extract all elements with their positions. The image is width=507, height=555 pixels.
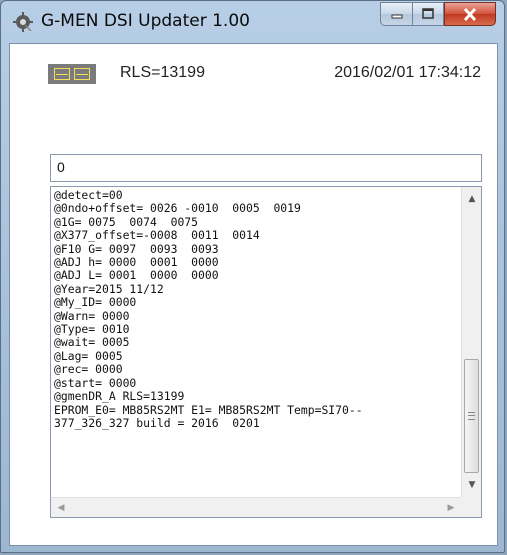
log-line: @F10 G= 0097 0093 0093 (54, 241, 219, 256)
horizontal-scrollbar[interactable]: ◀ ▶ (51, 497, 461, 517)
grip-icon (468, 412, 475, 420)
vertical-scrollbar[interactable]: ▲ ▼ (461, 187, 481, 497)
maximize-button[interactable] (412, 2, 444, 26)
log-line: EPROM_E0= MB85RS2MT E1= MB85RS2MT Temp=S… (54, 402, 363, 417)
log-line: @X377_offset=-0008 0011 0014 (54, 228, 260, 243)
close-button[interactable] (444, 2, 496, 26)
command-input[interactable]: 0 (50, 154, 482, 182)
log-line: 377_326_327 build = 2016 0201 (54, 415, 260, 430)
log-line: @Warn= 0000 (54, 308, 130, 323)
caption-buttons (380, 2, 496, 28)
log-output[interactable]: @detect=00 @0ndo+offset= 0026 -0010 0005 … (50, 186, 482, 518)
app-window: G-MEN DSI Updater 1.00 RLS=13199 2016/02… (0, 0, 505, 553)
window-title: G-MEN DSI Updater 1.00 (41, 11, 250, 31)
log-line: @My_ID= 0000 (54, 295, 137, 310)
log-line: @wait= 0005 (54, 335, 130, 350)
log-line: @gmenDR_A RLS=13199 (54, 389, 185, 404)
log-line: @start= 0000 (54, 375, 137, 390)
client-area: RLS=13199 2016/02/01 17:34:12 0 @detect=… (9, 43, 498, 546)
log-line: @detect=00 (54, 189, 123, 202)
scroll-up-icon[interactable]: ▲ (462, 189, 482, 209)
log-text: @detect=00 @0ndo+offset= 0026 -0010 0005 … (54, 189, 458, 497)
datetime-label: 2016/02/01 17:34:12 (334, 64, 481, 81)
log-line: @rec= 0000 (54, 362, 123, 377)
log-line: @ADJ h= 0000 0001 0000 (54, 255, 219, 270)
scroll-right-icon[interactable]: ▶ (441, 498, 461, 518)
maximize-icon (422, 8, 434, 19)
release-label: RLS=13199 (120, 64, 205, 81)
scroll-thumb[interactable] (464, 359, 479, 473)
gear-app-icon (13, 12, 33, 32)
log-line: @0ndo+offset= 0026 -0010 0005 0019 (54, 201, 301, 216)
indicator-segment (54, 68, 70, 80)
log-line: @Year=2015 11/12 (54, 281, 164, 296)
log-line: @Type= 0010 (54, 322, 130, 337)
scroll-down-icon[interactable]: ▼ (462, 475, 482, 495)
dual-segment-indicator-icon (48, 64, 96, 84)
minimize-button[interactable] (380, 2, 412, 26)
minimize-icon (391, 14, 402, 19)
title-bar[interactable]: G-MEN DSI Updater 1.00 (1, 1, 504, 43)
log-line: @1G= 0075 0074 0075 (54, 214, 199, 229)
scroll-left-icon[interactable]: ◀ (51, 498, 71, 518)
log-line: @Lag= 0005 (54, 348, 123, 363)
close-icon (463, 7, 477, 21)
log-line: @ADJ L= 0001 0000 0000 (54, 268, 219, 283)
indicator-segment (74, 68, 90, 80)
scrollbar-corner (461, 497, 481, 517)
